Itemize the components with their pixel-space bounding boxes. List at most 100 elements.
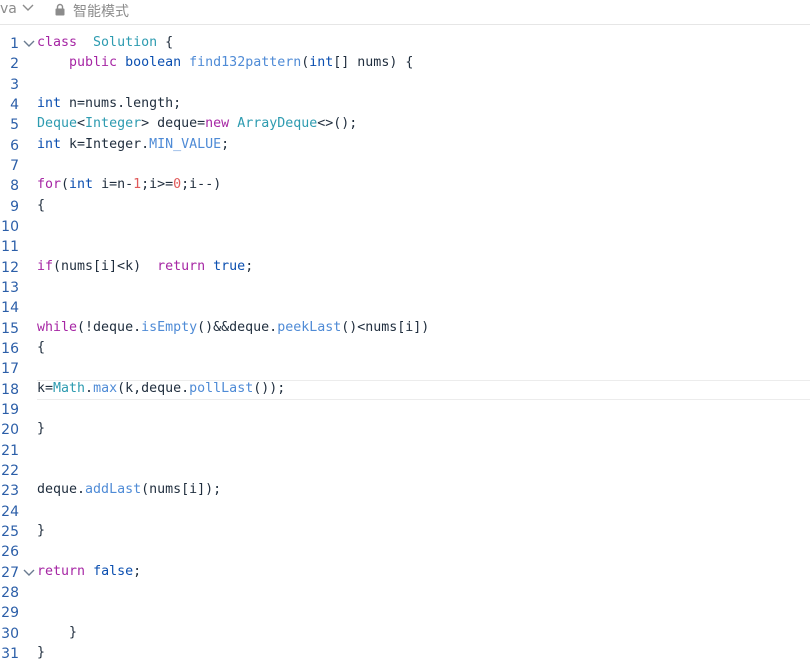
code-line[interactable]: 2 public boolean find132pattern(int[] nu… [0,54,810,74]
code-text: } [37,523,45,538]
code-line[interactable]: 22 [0,461,810,481]
code-text: } [37,625,77,640]
code-line[interactable]: 20} [0,420,810,440]
code-token: (nums[i]); [141,482,222,498]
code-line[interactable]: 31} [0,644,810,664]
code-token: (nums[i]<k) [53,258,158,274]
code-token: ( [61,177,70,193]
code-token: int [69,177,94,193]
line-number: 3 [10,76,19,93]
code-token: new [205,116,230,132]
code-token: for [37,177,62,193]
code-line[interactable]: 14 [0,298,810,318]
code-token: (k,deque. [117,380,190,396]
fold-chevron-icon[interactable] [23,568,35,578]
line-number: 15 [1,320,19,337]
line-number: 1 [10,36,19,52]
code-token: addLast [85,482,142,498]
code-token: 0 [173,177,182,193]
code-line[interactable]: 26 [0,542,810,562]
line-number: 20 [1,422,19,439]
code-line[interactable]: 28 [0,583,810,603]
line-number: 31 [1,645,19,662]
code-line[interactable]: 11 [0,237,810,257]
code-line[interactable]: 21 [0,441,810,461]
line-number: 27 [1,564,19,581]
code-token: ()<nums[i]) [341,319,430,335]
code-line[interactable]: 13 [0,278,810,298]
code-line[interactable]: 17 [0,359,810,379]
code-text: class Solution { [37,35,173,50]
code-line[interactable]: 19 [0,400,810,420]
code-token: ; [133,563,142,579]
code-token: } [37,522,46,538]
code-token: public [69,55,118,71]
code-token: true [213,258,246,274]
line-number: 12 [1,259,19,276]
code-token: int [309,55,334,71]
line-number: 8 [10,178,19,195]
code-token: . [85,380,94,396]
code-token: boolean [125,55,182,71]
code-line[interactable]: 3 [0,75,810,95]
code-line[interactable]: 16 { [0,339,810,359]
code-line[interactable]: 25} [0,522,810,542]
code-line[interactable]: 27 return false; [0,563,810,583]
code-line[interactable]: 7 [0,156,810,176]
line-number: 28 [1,584,19,601]
code-token: Solution [93,35,158,50]
line-number: 10 [1,218,19,235]
code-line[interactable]: 12 if(nums[i]<k) return true; [0,258,810,278]
code-token: { [37,339,46,355]
code-token: int [37,95,62,111]
code-line[interactable]: 29 [0,603,810,623]
code-editor[interactable]: 1 class Solution { 2 public boolean find13… [0,34,810,664]
code-token: int [37,136,62,152]
code-token: <>(); [317,116,358,132]
code-token: Deque [37,116,78,132]
code-text: deque.addLast(nums[i]); [37,482,221,497]
code-token: ()); [253,380,286,396]
code-line[interactable]: 6 int k=Integer.MIN_VALUE; [0,136,810,156]
line-number: 21 [1,442,19,459]
code-line[interactable]: 8 for(int i=n-1;i>=0;i--) [0,176,810,196]
code-line[interactable]: 30 } [0,624,810,644]
code-text: int k=Integer.MIN_VALUE; [37,137,229,152]
code-line[interactable]: 23 deque.addLast(nums[i]); [0,481,810,501]
code-line[interactable]: 1 class Solution { [0,34,810,54]
line-number: 13 [1,279,19,296]
code-text: } [37,645,45,660]
code-token: Math [53,380,86,396]
line-number: 11 [1,239,19,256]
code-text: k=Math.max(k,deque.pollLast()); [37,381,285,396]
line-number: 17 [1,361,19,378]
line-number: 7 [10,157,19,174]
line-number: 25 [1,523,19,540]
code-token: ;i--) [181,177,222,193]
code-line[interactable]: 15 while(!deque.isEmpty()&&deque.peekLast… [0,319,810,339]
mode-label[interactable]: 智能模式 [73,1,129,21]
code-token: (!deque. [77,319,142,335]
code-token: } [37,421,46,437]
code-line[interactable]: 4 int n=nums.length; [0,95,810,115]
code-line[interactable]: 24 [0,502,810,522]
line-number: 5 [10,117,19,134]
chevron-down-icon[interactable] [22,3,34,13]
code-token: k= [37,380,54,396]
code-token: ArrayDeque [237,116,318,132]
fold-chevron-icon[interactable] [23,39,35,49]
code-line[interactable]: 18 k=Math.max(k,deque.pollLast()); [0,379,810,401]
code-line[interactable]: 5 Deque<Integer> deque=new ArrayDeque<>()… [0,115,810,135]
code-token: MIN_VALUE [149,136,222,152]
code-token: k=Integer. [61,136,150,152]
code-token: 1 [133,177,142,193]
code-text: { [37,340,45,355]
code-token: if [37,258,54,274]
language-selector[interactable]: va [0,1,17,17]
code-token: peekLast [277,319,342,335]
code-line[interactable]: 10 [0,217,810,237]
code-line[interactable]: 9{ [0,197,810,217]
